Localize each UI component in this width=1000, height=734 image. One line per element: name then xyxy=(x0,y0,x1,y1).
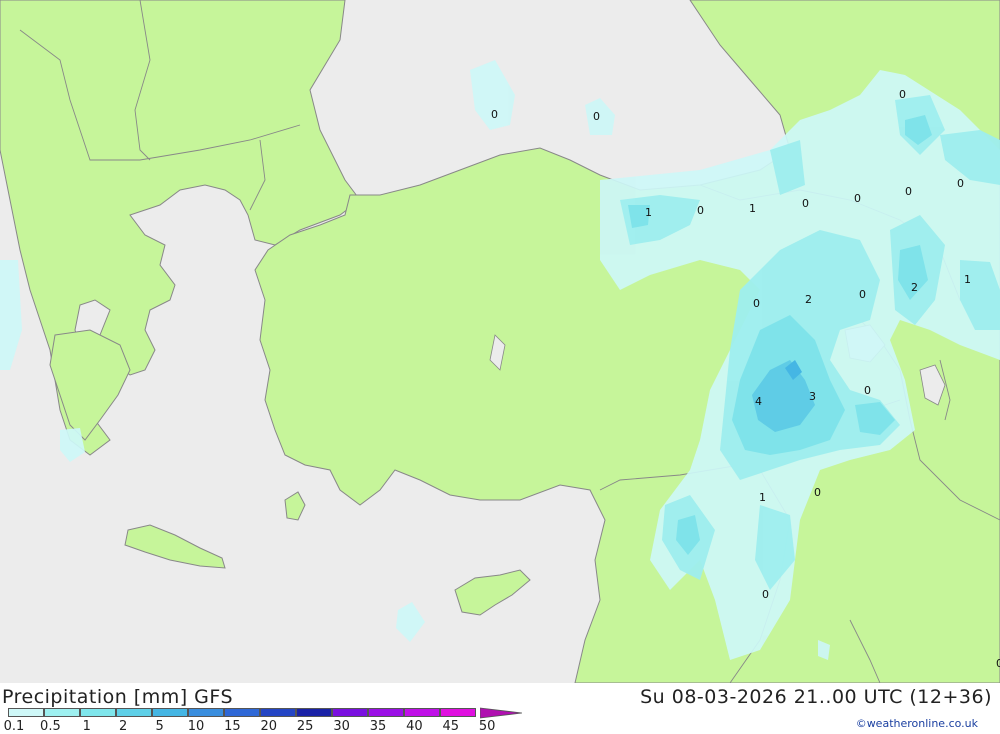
legend-swatch xyxy=(332,708,368,717)
value-label: 0 xyxy=(802,197,809,210)
legend-label: 0.1 xyxy=(3,719,25,734)
legend-label: 5 xyxy=(155,719,164,734)
value-label: 1 xyxy=(759,491,766,504)
value-label: 1 xyxy=(749,202,756,215)
legend-label: 0.5 xyxy=(40,719,61,734)
legend-swatch xyxy=(404,708,440,717)
legend-label: 35 xyxy=(369,719,387,734)
credit-text: ©weatheronline.co.uk xyxy=(855,717,978,730)
legend-swatch xyxy=(116,708,152,717)
value-label: 0 xyxy=(859,288,866,301)
legend-label: 40 xyxy=(406,719,423,734)
legend-swatch xyxy=(80,708,116,717)
legend-label: 25 xyxy=(296,719,314,734)
value-label: 0 xyxy=(697,204,704,217)
value-label: 1 xyxy=(645,206,652,219)
value-label: 0 xyxy=(899,88,906,101)
legend-label: 15 xyxy=(224,719,241,734)
legend-label: 2 xyxy=(119,719,128,734)
value-label: 1 xyxy=(964,273,971,286)
value-label: 0 xyxy=(753,297,760,310)
value-label: 2 xyxy=(805,293,812,306)
value-label: 2 xyxy=(911,281,918,294)
value-label: 0 xyxy=(491,108,498,121)
legend-swatch xyxy=(440,708,476,717)
value-label: 0 xyxy=(854,192,861,205)
value-label: 3 xyxy=(809,390,816,403)
legend-label: 20 xyxy=(260,719,278,734)
value-label: 0 xyxy=(814,486,821,499)
legend-swatch xyxy=(152,708,188,717)
legend-swatch xyxy=(260,708,296,717)
value-label: 0 xyxy=(593,110,600,123)
legend-swatch xyxy=(224,708,260,717)
legend-arrow xyxy=(480,707,522,719)
map-datetime: Su 08-03-2026 21..00 UTC (12+36) xyxy=(640,686,992,708)
legend-label: 1 xyxy=(82,719,91,734)
legend-label: 50 xyxy=(478,719,496,734)
legend-label: 10 xyxy=(187,719,205,734)
legend-swatch xyxy=(44,708,80,717)
legend-label: 30 xyxy=(333,719,350,734)
legend-swatch xyxy=(188,708,224,717)
legend-label: 45 xyxy=(442,719,460,734)
legend-swatch xyxy=(8,708,44,717)
precipitation-map: 0 0 0 1 0 1 0 0 0 0 0 2 0 2 1 4 3 0 1 0 … xyxy=(0,0,1000,683)
value-label: 0 xyxy=(996,657,1000,670)
value-label: 0 xyxy=(762,588,769,601)
legend-labels: 0.1 0.5 1 2 5 10 15 20 25 30 35 40 45 50 xyxy=(0,719,520,734)
legend-swatch xyxy=(296,708,332,717)
legend-swatch xyxy=(368,708,404,717)
value-label: 4 xyxy=(755,395,762,408)
value-label: 0 xyxy=(957,177,964,190)
map-title: Precipitation [mm] GFS xyxy=(2,686,234,708)
value-label: 0 xyxy=(864,384,871,397)
legend-color-bar xyxy=(8,708,476,718)
value-label: 0 xyxy=(905,185,912,198)
